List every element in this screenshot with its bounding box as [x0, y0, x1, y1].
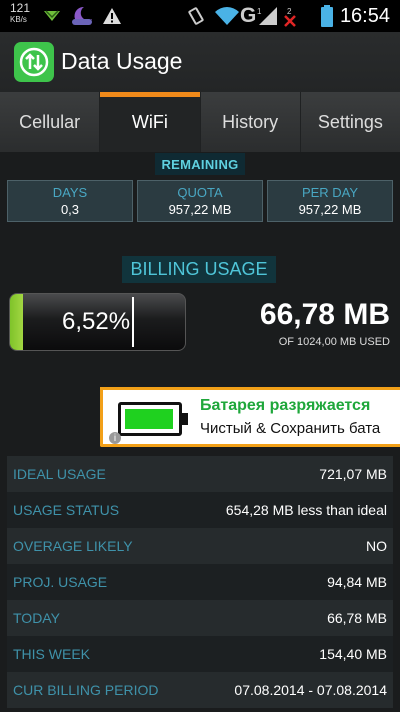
- detail-value: NO: [366, 538, 387, 554]
- wifi-icon: [214, 0, 240, 32]
- tab-history[interactable]: History: [201, 92, 301, 152]
- network-speed-value: 121: [10, 1, 31, 15]
- network-speed-unit: KB/s: [10, 15, 27, 24]
- tab-bar: Cellular WiFi History Settings: [0, 92, 400, 152]
- detail-row-usage-status: USAGE STATUS 654,28 MB less than ideal: [7, 492, 393, 528]
- svg-text:1: 1: [257, 7, 262, 16]
- tab-cellular[interactable]: Cellular: [0, 92, 101, 152]
- usage-gauge-marker: [132, 297, 134, 347]
- detail-value: 154,40 MB: [319, 646, 387, 662]
- detail-label: TODAY: [13, 610, 60, 626]
- detail-row-proj-usage: PROJ. USAGE 94,84 MB: [7, 564, 393, 600]
- tab-wifi[interactable]: WiFi: [100, 92, 201, 152]
- stat-value: 957,22 MB: [298, 202, 362, 217]
- stat-days: DAYS 0,3: [7, 180, 133, 222]
- battery-low-icon: [118, 402, 188, 436]
- weather-night-icon: [70, 0, 94, 32]
- battery-icon: [320, 0, 334, 32]
- warning-icon: [102, 0, 122, 32]
- detail-value: 66,78 MB: [327, 610, 387, 626]
- stat-per-day: PER DAY 957,22 MB: [267, 180, 393, 222]
- detail-row-this-week: THIS WEEK 154,40 MB: [7, 636, 393, 672]
- stat-label: PER DAY: [301, 185, 359, 200]
- vibrate-icon: [186, 0, 206, 32]
- stat-quota: QUOTA 957,22 MB: [137, 180, 263, 222]
- detail-label: IDEAL USAGE: [13, 466, 106, 482]
- network-speed: 121 KB/s: [10, 1, 31, 25]
- used-amount: 66,78 MB: [259, 298, 390, 331]
- app-logo-icon[interactable]: [14, 42, 54, 82]
- usage-details-list: IDEAL USAGE 721,07 MB USAGE STATUS 654,2…: [7, 456, 393, 708]
- detail-row-today: TODAY 66,78 MB: [7, 600, 393, 636]
- tab-label: Settings: [317, 111, 383, 132]
- detail-value: 721,07 MB: [319, 466, 387, 482]
- detail-label: THIS WEEK: [13, 646, 91, 662]
- detail-label: CUR BILLING PERIOD: [13, 682, 159, 698]
- network-type-icon: G: [240, 0, 256, 32]
- stat-label: DAYS: [52, 185, 88, 200]
- detail-value: 07.08.2014 - 07.08.2014: [234, 682, 387, 698]
- signal-1-icon: 1: [257, 0, 279, 32]
- download-notification-icon: [42, 0, 62, 32]
- stat-value: 957,22 MB: [168, 202, 232, 217]
- detail-label: PROJ. USAGE: [13, 574, 108, 590]
- signal-2-no-service-icon: 2: [282, 0, 300, 32]
- tab-settings[interactable]: Settings: [301, 92, 400, 152]
- detail-row-billing-period: CUR BILLING PERIOD 07.08.2014 - 07.08.20…: [7, 672, 393, 708]
- used-of-total: OF 1024,00 MB USED: [278, 336, 390, 348]
- ad-info-icon[interactable]: i: [109, 432, 121, 444]
- clock: 16:54: [339, 4, 390, 27]
- network-type-label: G: [240, 4, 257, 27]
- ad-text: Чистый & Сохранить бата: [200, 420, 381, 437]
- detail-label: OVERAGE LIKELY: [13, 538, 133, 554]
- detail-value: 94,84 MB: [327, 574, 387, 590]
- detail-row-ideal-usage: IDEAL USAGE 721,07 MB: [7, 456, 393, 492]
- tab-label: Cellular: [19, 111, 81, 132]
- ad-banner[interactable]: Батарея разряжается Чистый & Сохранить б…: [100, 387, 400, 447]
- stat-label: QUOTA: [177, 185, 223, 200]
- usage-gauge: 6,52%: [9, 293, 186, 351]
- stat-value: 0,3: [60, 202, 80, 217]
- svg-text:2: 2: [287, 7, 292, 16]
- remaining-stats: DAYS 0,3 QUOTA 957,22 MB PER DAY 957,22 …: [7, 180, 393, 222]
- detail-value: 654,28 MB less than ideal: [225, 502, 387, 518]
- status-bar: 121 KB/s G 1 2 16:54: [0, 0, 400, 32]
- usage-gauge-fill: [10, 294, 23, 350]
- remaining-heading: REMAINING: [155, 153, 245, 175]
- detail-row-overage-likely: OVERAGE LIKELY NO: [7, 528, 393, 564]
- detail-label: USAGE STATUS: [13, 502, 120, 518]
- billing-usage-heading: BILLING USAGE: [122, 256, 276, 283]
- tab-label: History: [222, 111, 279, 132]
- app-title: Data Usage: [61, 48, 183, 74]
- tab-label: WiFi: [131, 111, 168, 132]
- app-bar: Data Usage: [0, 32, 400, 93]
- usage-percent: 6,52%: [62, 308, 131, 335]
- ad-title: Батарея разряжается: [200, 397, 371, 414]
